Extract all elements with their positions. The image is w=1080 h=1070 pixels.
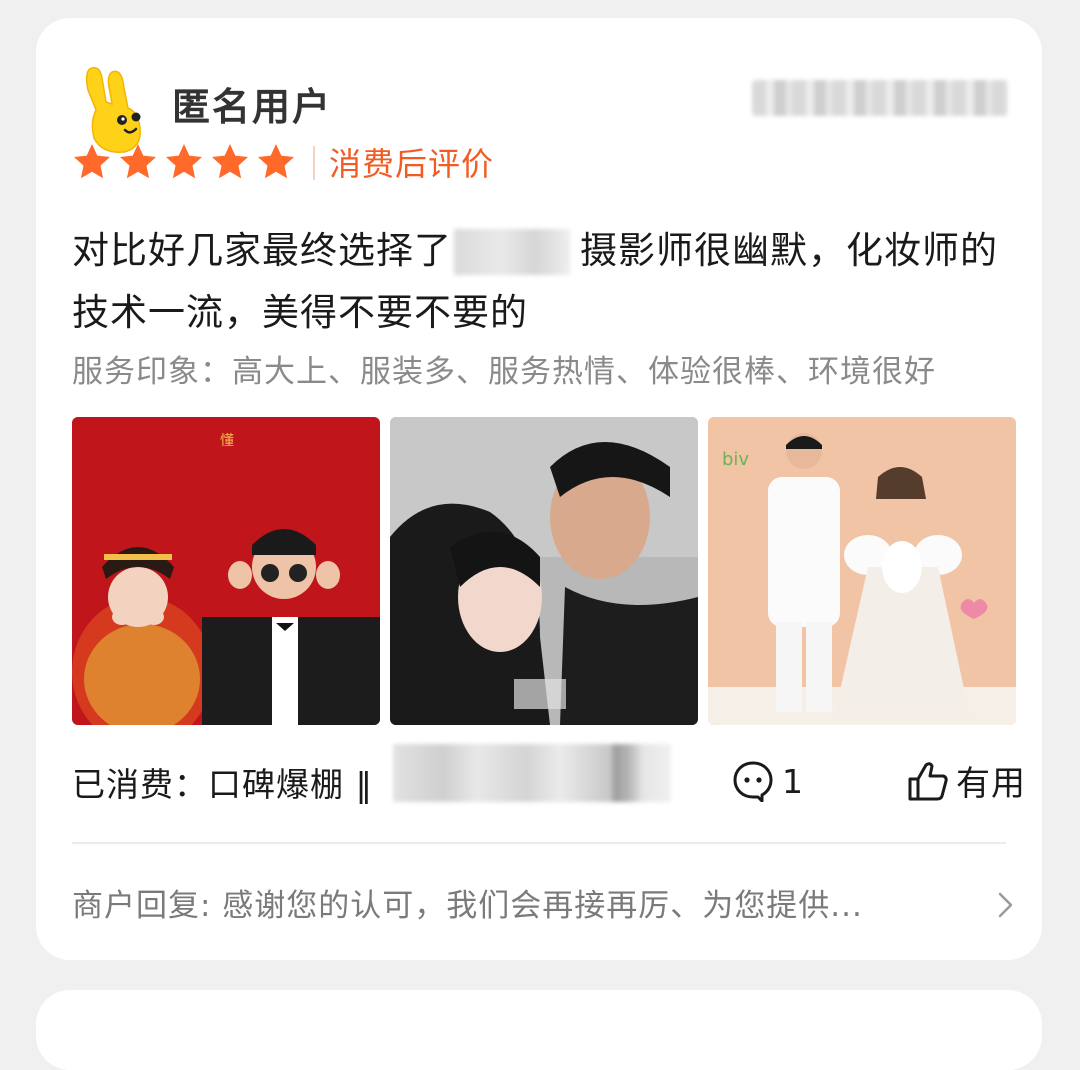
- useful-label: 有用: [956, 764, 1026, 804]
- rating-stars: [72, 142, 296, 182]
- photo-couple-kiss[interactable]: [390, 417, 698, 725]
- comment-count: 1: [782, 761, 803, 801]
- review-date-redacted: [752, 80, 1008, 116]
- thumbs-up-icon: [908, 761, 948, 800]
- useful-button[interactable]: 有用: [906, 756, 1026, 805]
- comment-button[interactable]: 1: [732, 760, 803, 802]
- photo-white-outfit-couple[interactable]: biv: [708, 417, 1016, 725]
- tag-divider: [313, 146, 315, 180]
- star-icon: [258, 144, 294, 179]
- consumed-label: 已消费：口碑爆棚 ‖: [72, 765, 373, 804]
- next-review-card[interactable]: [36, 990, 1042, 1070]
- chevron-right-icon[interactable]: [996, 890, 1016, 920]
- consume-tag: 消费后评价: [329, 145, 495, 183]
- merchant-reply[interactable]: 商户回复: 感谢您的认可，我们会再接再厉、为您提供...: [72, 880, 952, 925]
- username[interactable]: 匿名用户: [172, 76, 332, 131]
- couple-kiss-image: [390, 417, 698, 725]
- star-icon: [166, 144, 202, 179]
- review-text[interactable]: 对比好几家最终选择了 摄影师很幽默，化妆师的技术一流，美得不要不要的: [72, 220, 1002, 344]
- comment-icon: [733, 761, 773, 802]
- photo-gallery: 懂 biv: [72, 417, 1016, 725]
- shop-name-redacted: [454, 229, 570, 275]
- service-impression: 服务印象：高大上、服装多、服务热情、体验很棒、环境很好: [72, 354, 936, 390]
- consumed-shop-redacted: [393, 744, 671, 802]
- svg-text:biv: biv: [722, 449, 749, 470]
- reply-divider: [72, 842, 1006, 844]
- photo-traditional-wedding[interactable]: 懂: [72, 417, 380, 725]
- white-outfit-couple-image: biv: [708, 417, 1016, 725]
- svg-text:懂: 懂: [220, 433, 234, 449]
- review-text-part-1: 对比好几家最终选择了: [72, 229, 452, 272]
- star-icon: [120, 144, 156, 179]
- traditional-wedding-image: 懂: [72, 417, 380, 725]
- star-icon: [74, 144, 110, 179]
- star-icon: [212, 144, 248, 179]
- review-card[interactable]: 匿名用户 消费后评价 对比好几家最终选择了 摄影师很幽默，化妆师的技术一流，美得不…: [36, 18, 1042, 960]
